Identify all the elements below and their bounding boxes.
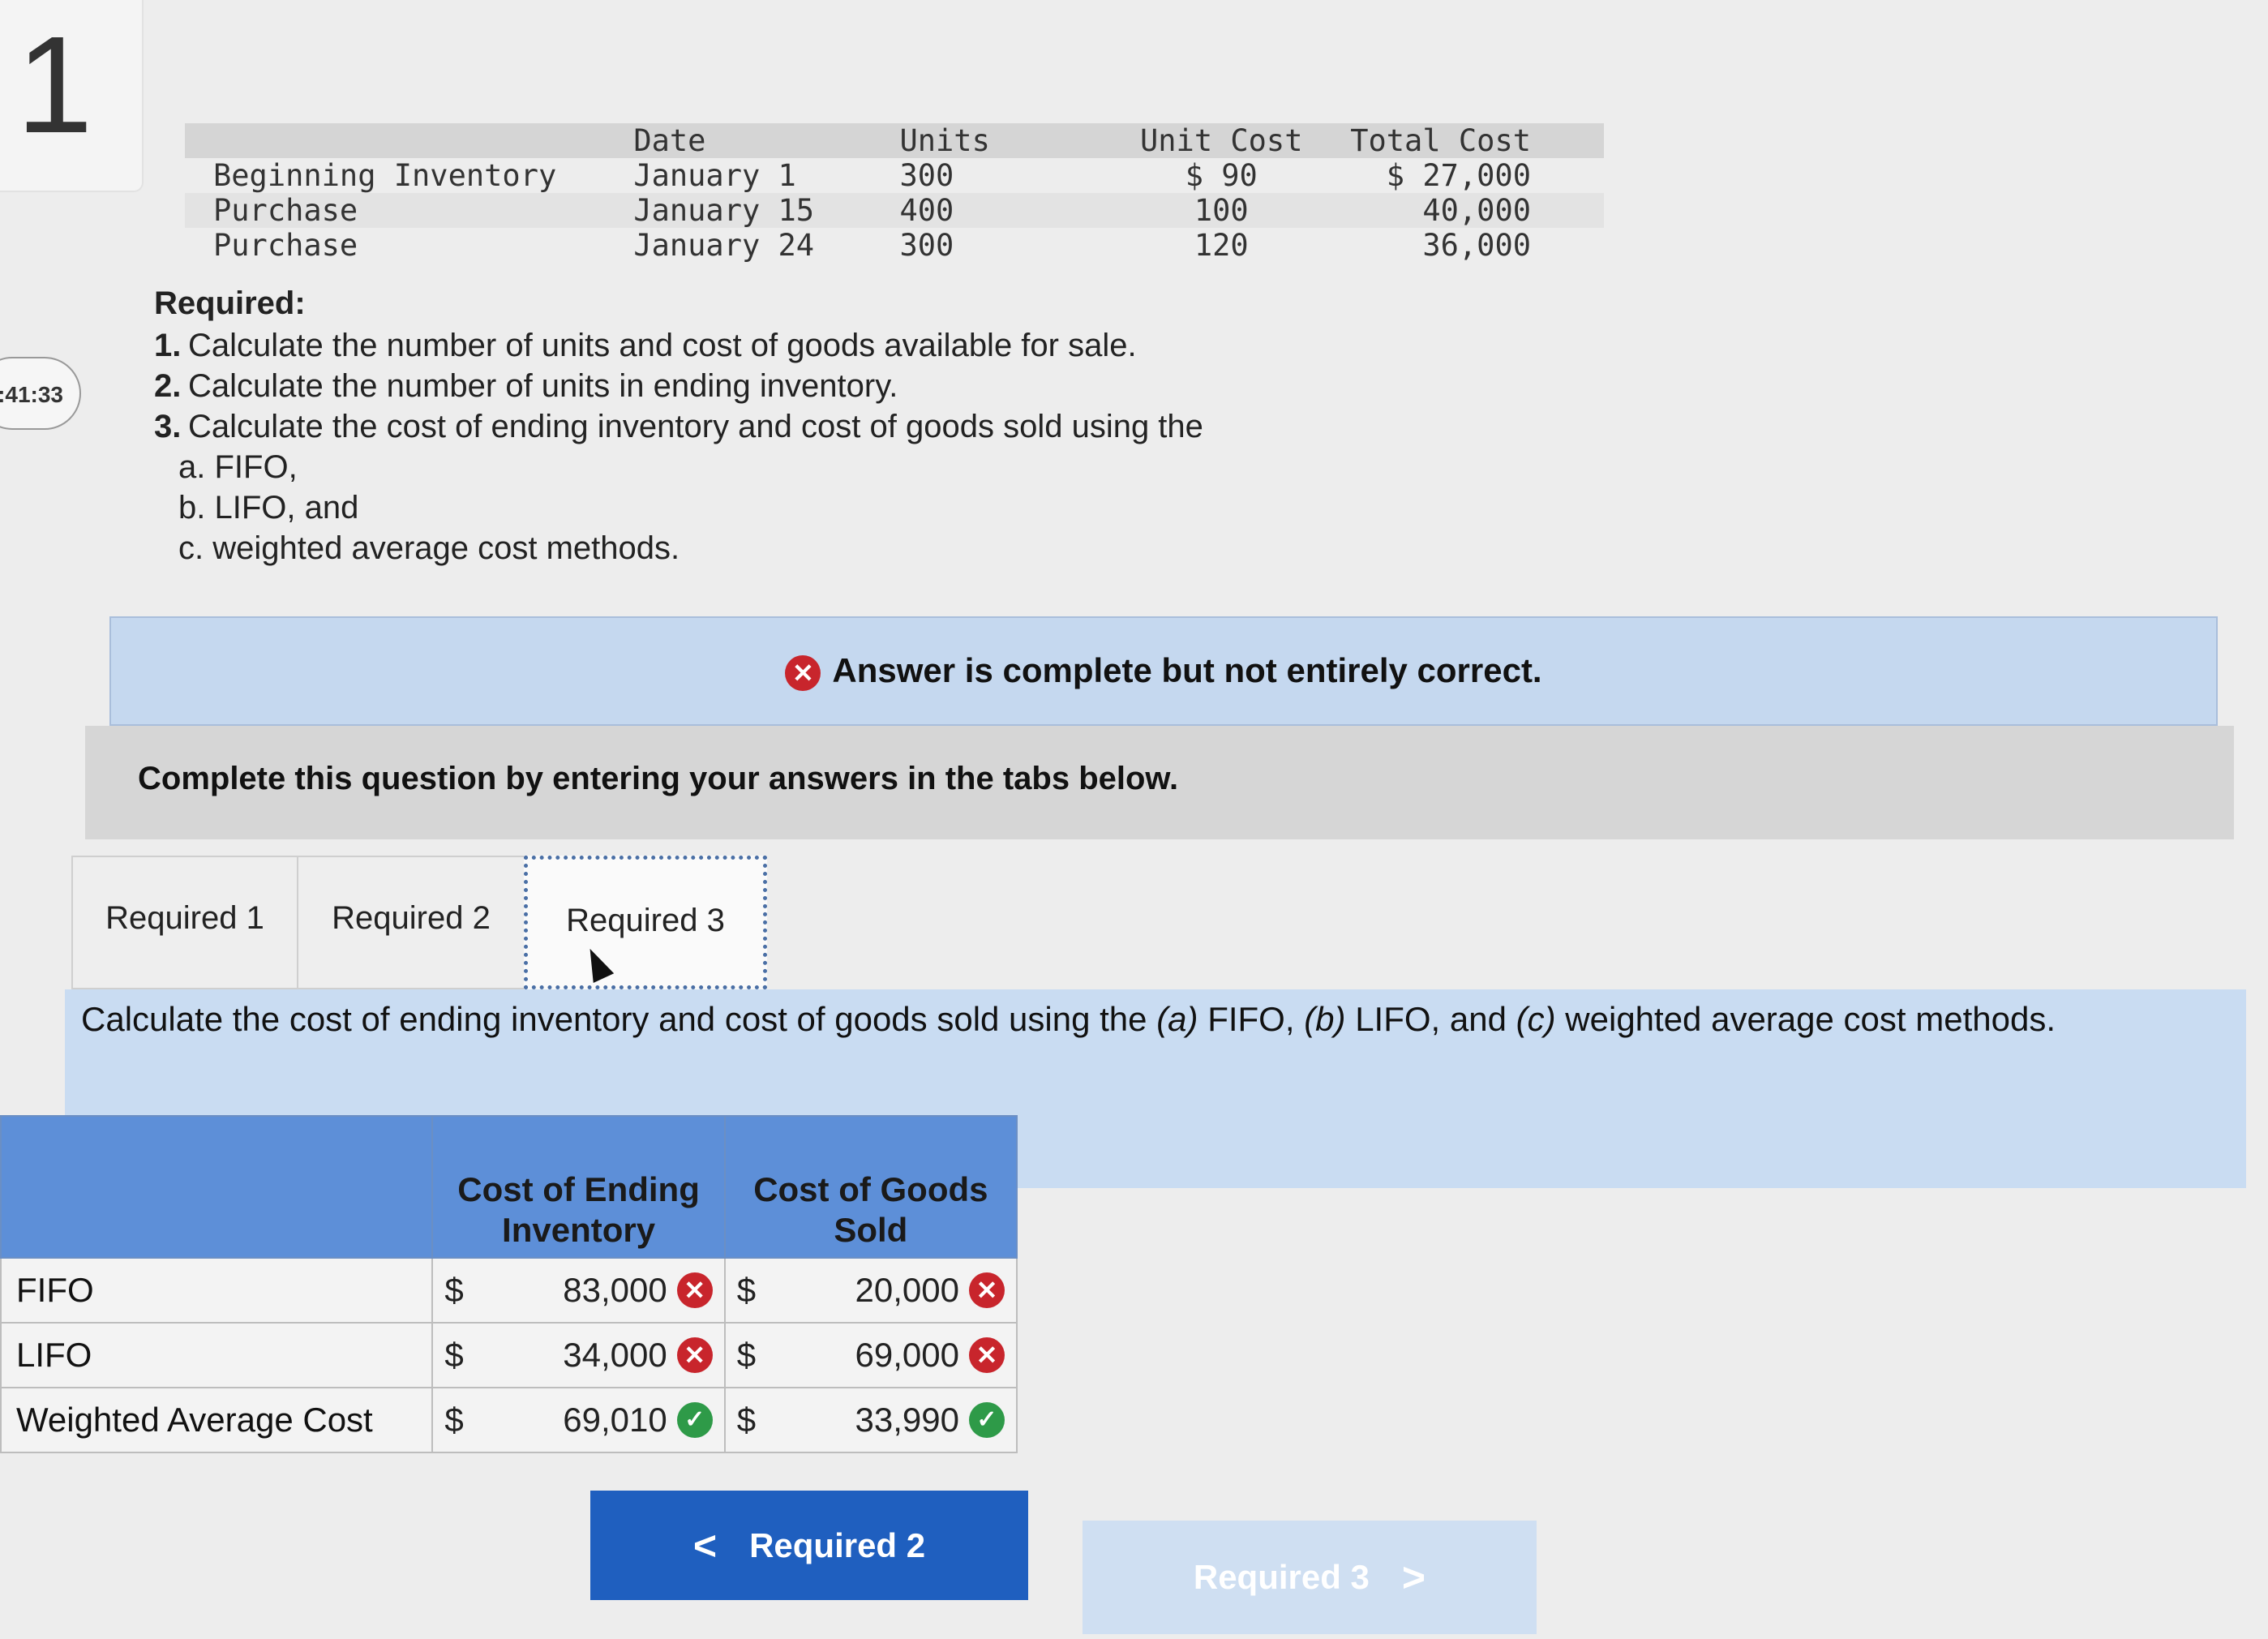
correct-check-icon: ✓ bbox=[969, 1402, 1005, 1438]
complete-instructions-text: Complete this question by entering your … bbox=[138, 761, 1179, 796]
currency-symbol: $ bbox=[444, 1336, 464, 1374]
instruction-a: (a) bbox=[1156, 1000, 1198, 1038]
inventory-label: Purchase bbox=[213, 228, 358, 263]
inventory-unit-cost: 120 bbox=[1194, 228, 1249, 263]
required-subitem: c. weighted average cost methods. bbox=[178, 530, 680, 566]
inventory-units: 300 bbox=[899, 158, 954, 193]
previous-required-2-button[interactable]: < Required 2 bbox=[590, 1491, 1028, 1600]
ending-inventory-input[interactable]: 69,010 bbox=[477, 1401, 676, 1439]
inventory-date: January 1 bbox=[633, 158, 796, 193]
inventory-unit-cost: $ 90 bbox=[1185, 158, 1258, 193]
inventory-unit-cost: 100 bbox=[1194, 193, 1249, 228]
instructions-panel: Complete this question by entering your … bbox=[85, 726, 2234, 839]
instruction-text: Calculate the cost of ending inventory a… bbox=[81, 1000, 1157, 1038]
cost-header-row: Cost of Ending Inventory Cost of Goods S… bbox=[0, 1115, 1018, 1259]
timer: :41:33 bbox=[0, 357, 81, 430]
inventory-row: Purchase January 15 400 100 40,000 bbox=[185, 193, 1604, 228]
cost-answer-table: Cost of Ending Inventory Cost of Goods S… bbox=[0, 1115, 1018, 1453]
inventory-row: Purchase January 24 300 120 36,000 bbox=[185, 228, 1604, 263]
incorrect-icon: ✕ bbox=[785, 654, 821, 691]
currency-symbol: $ bbox=[444, 1271, 464, 1309]
currency-symbol: $ bbox=[736, 1271, 757, 1309]
instruction-rest: weighted average cost methods. bbox=[1555, 1000, 2056, 1038]
cogs-cell[interactable]: $ 33,990 ✓ bbox=[723, 1387, 1018, 1453]
currency-symbol: $ bbox=[736, 1336, 757, 1374]
chevron-right-icon: > bbox=[1401, 1555, 1426, 1600]
incorrect-icon: ✕ bbox=[969, 1272, 1005, 1308]
inventory-header-unit-cost: Unit Cost bbox=[1140, 123, 1303, 158]
currency-symbol: $ bbox=[736, 1401, 757, 1439]
cost-row-fifo: FIFO $ 83,000 ✕ $ 20,000 ✕ bbox=[0, 1257, 1018, 1324]
chevron-left-icon: < bbox=[692, 1522, 718, 1568]
tab-required-1[interactable]: Required 1 bbox=[71, 856, 298, 989]
inventory-total-cost: 36,000 bbox=[1422, 228, 1531, 263]
instruction-fifo: FIFO, bbox=[1198, 1000, 1305, 1038]
inventory-label: Beginning Inventory bbox=[213, 158, 557, 193]
cogs-input[interactable]: 33,990 bbox=[770, 1401, 969, 1439]
inventory-total-cost: 40,000 bbox=[1422, 193, 1531, 228]
cogs-input[interactable]: 20,000 bbox=[770, 1271, 969, 1310]
required-item-text: Calculate the number of units and cost o… bbox=[188, 328, 1137, 363]
next-required-3-button[interactable]: Required 3 > bbox=[1083, 1521, 1537, 1634]
ending-inventory-cell[interactable]: $ 69,010 ✓ bbox=[431, 1387, 726, 1453]
inventory-date: January 24 bbox=[633, 228, 815, 263]
inventory-total-cost: $ 27,000 bbox=[1386, 158, 1531, 193]
question-number-box: 1 bbox=[0, 0, 144, 192]
cost-row-weighted-average: Weighted Average Cost $ 69,010 ✓ $ 33,99… bbox=[0, 1387, 1018, 1453]
ending-inventory-cell[interactable]: $ 83,000 ✕ bbox=[431, 1257, 726, 1324]
instruction-b: (b) bbox=[1304, 1000, 1346, 1038]
instruction-c: (c) bbox=[1516, 1000, 1556, 1038]
question-number: 1 bbox=[16, 8, 93, 162]
inventory-row: Beginning Inventory January 1 300 $ 90 $… bbox=[185, 158, 1604, 193]
inventory-header-total-cost: Total Cost bbox=[1350, 123, 1531, 158]
tab-required-2[interactable]: Required 2 bbox=[297, 856, 525, 989]
currency-symbol: $ bbox=[444, 1401, 464, 1439]
cost-row-label: LIFO bbox=[0, 1322, 434, 1388]
required-item-text: Calculate the number of units in ending … bbox=[188, 368, 898, 404]
required-title: Required: bbox=[154, 285, 306, 321]
correct-check-icon: ✓ bbox=[676, 1402, 713, 1438]
inventory-header-units: Units bbox=[899, 123, 990, 158]
ending-inventory-input[interactable]: 34,000 bbox=[477, 1336, 676, 1375]
answer-status-text: Answer is complete but not entirely corr… bbox=[832, 651, 1542, 689]
cost-row-label: FIFO bbox=[0, 1257, 434, 1324]
required-item-number: 1. bbox=[154, 328, 182, 363]
required-item-number: 3. bbox=[154, 409, 182, 444]
required-subitem: a. FIFO, bbox=[178, 449, 298, 485]
cogs-cell[interactable]: $ 69,000 ✕ bbox=[723, 1322, 1018, 1388]
answer-status-banner: ✕ Answer is complete but not entirely cor… bbox=[109, 616, 2218, 726]
cogs-input[interactable]: 69,000 bbox=[770, 1336, 969, 1375]
cogs-cell[interactable]: $ 20,000 ✕ bbox=[723, 1257, 1018, 1324]
inventory-label: Purchase bbox=[213, 193, 358, 228]
ending-inventory-input[interactable]: 83,000 bbox=[477, 1271, 676, 1310]
next-button-label: Required 3 bbox=[1193, 1558, 1370, 1596]
required-list: 1. Calculate the number of units and cost… bbox=[154, 325, 1370, 569]
inventory-header-date: Date bbox=[633, 123, 706, 158]
cost-header-blank bbox=[0, 1115, 434, 1259]
inventory-units: 400 bbox=[899, 193, 954, 228]
ending-inventory-cell[interactable]: $ 34,000 ✕ bbox=[431, 1322, 726, 1388]
required-item: 2. Calculate the number of units in endin… bbox=[154, 366, 1370, 406]
required-item-number: 2. bbox=[154, 368, 182, 404]
inventory-units: 300 bbox=[899, 228, 954, 263]
required-item: 1. Calculate the number of units and cost… bbox=[154, 325, 1370, 366]
cost-header-ending-inventory: Cost of Ending Inventory bbox=[431, 1115, 726, 1259]
required-item: 3. Calculate the cost of ending inventory… bbox=[154, 406, 1370, 447]
previous-button-label: Required 2 bbox=[749, 1525, 926, 1564]
required-section: Required: 1. Calculate the number of unit… bbox=[154, 285, 1370, 569]
inventory-date: January 15 bbox=[633, 193, 815, 228]
incorrect-icon: ✕ bbox=[969, 1337, 1005, 1373]
tab-required-3[interactable]: Required 3 bbox=[524, 856, 767, 989]
instruction-lifo: LIFO, and bbox=[1345, 1000, 1516, 1038]
cost-row-label: Weighted Average Cost bbox=[0, 1387, 434, 1453]
incorrect-icon: ✕ bbox=[676, 1272, 713, 1308]
inventory-header-blank bbox=[185, 123, 633, 158]
required-item-text: Calculate the cost of ending inventory a… bbox=[188, 409, 1203, 444]
cost-row-lifo: LIFO $ 34,000 ✕ $ 69,000 ✕ bbox=[0, 1322, 1018, 1388]
required-subitem: b. LIFO, and bbox=[178, 490, 359, 526]
inventory-table: Date Units Unit Cost Total Cost Beginnin… bbox=[185, 123, 1604, 263]
incorrect-icon: ✕ bbox=[676, 1337, 713, 1373]
inventory-header-row: Date Units Unit Cost Total Cost bbox=[185, 123, 1604, 158]
cost-header-cogs: Cost of Goods Sold bbox=[723, 1115, 1018, 1259]
